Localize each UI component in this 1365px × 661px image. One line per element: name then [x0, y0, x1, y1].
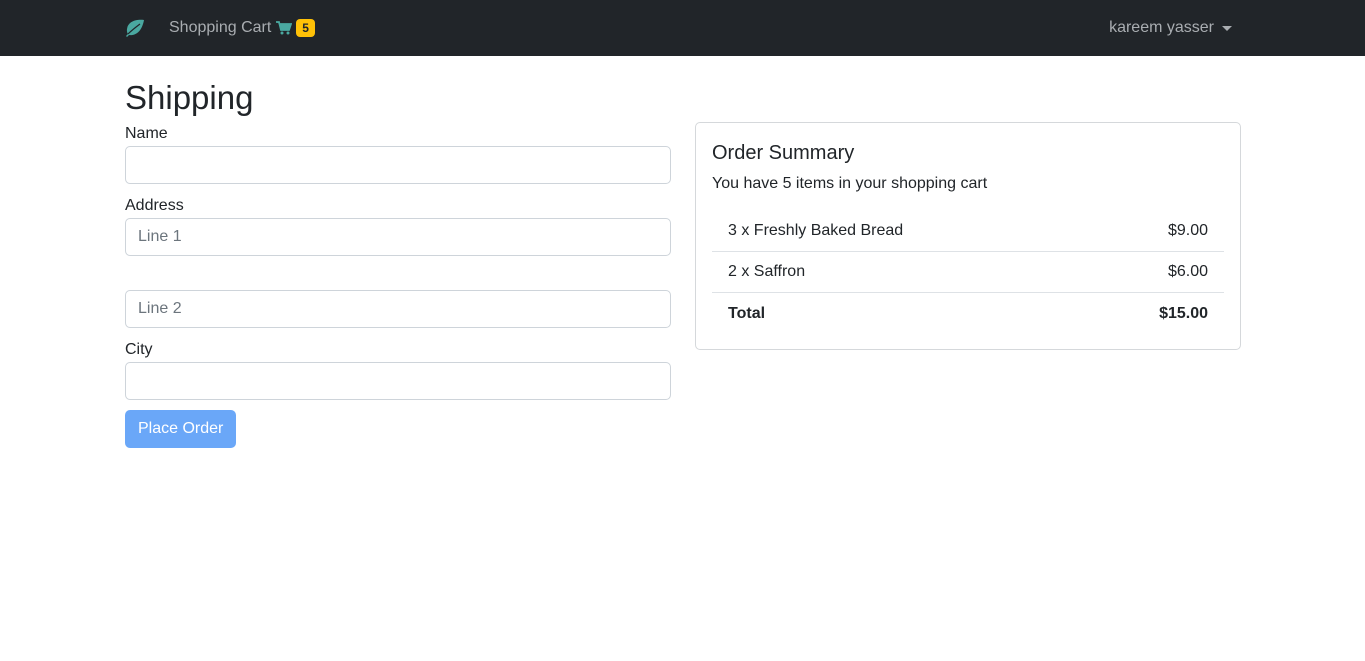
item-price: $6.00: [1167, 263, 1208, 280]
name-group: Name: [125, 124, 671, 184]
cart-icon: [276, 21, 293, 35]
city-group: City: [125, 340, 671, 400]
order-items-list: 3 x Freshly Baked Bread $9.00 2 x Saffro…: [712, 211, 1224, 334]
user-menu-dropdown[interactable]: kareem yasser: [1109, 0, 1232, 56]
chevron-down-icon: [1222, 25, 1232, 31]
name-field[interactable]: [125, 146, 671, 184]
total-value: $15.00: [1159, 304, 1208, 322]
list-item: 2 x Saffron $6.00: [712, 252, 1224, 293]
item-price: $9.00: [1167, 222, 1208, 239]
item-label: 3 x Freshly Baked Bread: [728, 222, 904, 239]
order-summary-card: Order Summary You have 5 items in your s…: [695, 122, 1241, 350]
user-name: kareem yasser: [1109, 19, 1214, 36]
cart-link-label: Shopping Cart: [169, 19, 272, 36]
place-order-button[interactable]: Place Order: [125, 410, 237, 448]
city-field[interactable]: [125, 362, 671, 400]
list-item: 3 x Freshly Baked Bread $9.00: [712, 211, 1224, 252]
main-content: Shipping Name Address City Place Order O…: [0, 56, 1365, 661]
city-label: City: [125, 341, 153, 358]
order-summary-subtitle: You have 5 items in your shopping cart: [712, 175, 988, 192]
address-line2-field[interactable]: [125, 290, 671, 328]
leaf-icon: [126, 19, 144, 37]
cart-count-badge: 5: [296, 19, 315, 37]
address-group: Address: [125, 196, 671, 328]
address-label: Address: [125, 197, 184, 214]
order-summary-title: Order Summary: [712, 142, 855, 164]
total-label: Total: [728, 304, 766, 322]
navbar: Shopping Cart 5 kareem yasser: [0, 0, 1365, 56]
address-line1-field[interactable]: [125, 218, 671, 256]
item-label: 2 x Saffron: [728, 263, 806, 280]
name-label: Name: [125, 125, 168, 142]
total-row: Total $15.00: [712, 293, 1224, 334]
nav-shopping-cart-link[interactable]: Shopping Cart 5: [169, 19, 315, 37]
page-title: Shipping: [125, 79, 254, 116]
shipping-form: Name Address City Place Order: [125, 124, 671, 448]
brand-logo[interactable]: [125, 18, 145, 38]
